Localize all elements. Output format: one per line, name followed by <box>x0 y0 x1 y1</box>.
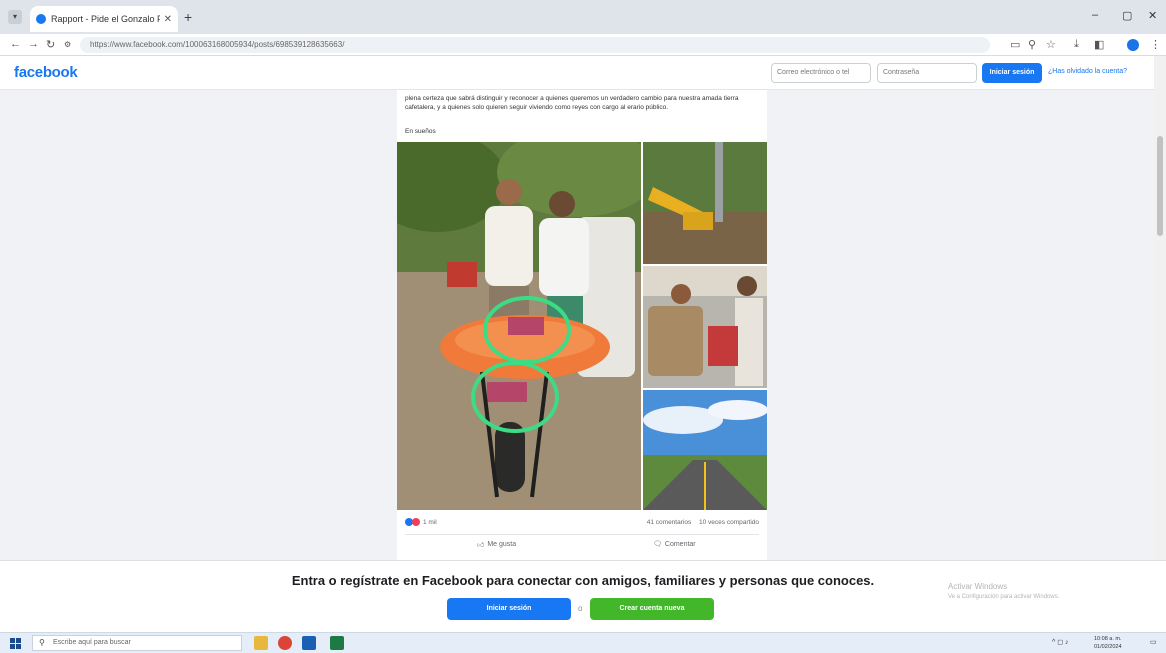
facebook-header: facebook Correo electrónico o tel Contra… <box>0 56 1166 90</box>
search-icon: ⚲ <box>39 638 45 647</box>
side-photo-delivery-image <box>643 266 767 388</box>
side-photo-excavator[interactable] <box>643 142 767 264</box>
minimize-button[interactable]: – <box>1092 9 1098 21</box>
main-photo[interactable] <box>397 142 641 510</box>
taskbar-search-input[interactable]: ⚲ Escribe aquí para buscar <box>32 635 242 651</box>
tab-search-icon[interactable]: ▾ <box>8 10 22 24</box>
browser-menu-icon[interactable]: ⋮ <box>1150 38 1161 51</box>
love-reaction-icon <box>412 518 420 526</box>
post-text-closing: En sueños <box>405 128 436 135</box>
download-icon[interactable]: ⤓ <box>1074 38 1079 51</box>
side-photo-delivery[interactable] <box>643 266 767 388</box>
chrome-icon[interactable] <box>278 636 292 650</box>
profile-avatar[interactable] <box>1127 39 1139 51</box>
reactions-count: 1 mil <box>423 518 437 526</box>
screen-cast-icon[interactable]: ▭ <box>1010 38 1020 51</box>
comment-icon: 🗨︎ <box>653 541 662 548</box>
zoom-icon[interactable]: ⚲ <box>1028 38 1036 51</box>
forward-icon[interactable]: → <box>28 38 39 50</box>
excel-icon[interactable] <box>330 636 344 650</box>
url-field[interactable]: https://www.facebook.com/100063168005934… <box>80 37 990 53</box>
banner-or: o <box>578 604 583 613</box>
comments-count[interactable]: 41 comentarios <box>647 519 691 526</box>
comment-button[interactable]: 🗨︎ Comentar <box>653 540 696 549</box>
sidebar-icon[interactable]: ◧ <box>1094 38 1104 51</box>
thumbs-up-icon: 👍︎ <box>477 542 485 549</box>
address-bar-row: ← → ↻ ⚙ https://www.facebook.com/1000631… <box>0 34 1166 56</box>
browser-tab[interactable]: Rapport - Pide el Gonzalo Fr ✕ <box>30 6 178 32</box>
windows-taskbar: ⚲ Escribe aquí para buscar ^ ◻ ♪ 10:08 a… <box>0 632 1166 653</box>
reload-icon[interactable]: ↻ <box>46 38 55 51</box>
activate-windows-watermark: Activar Windows Ve a Configuración para … <box>948 581 1059 603</box>
windows-start-icon[interactable] <box>10 638 21 649</box>
post-actions: 👍︎ Me gusta 🗨︎ Comentar <box>405 534 759 552</box>
maximize-button[interactable]: ▢ <box>1122 9 1132 22</box>
like-button[interactable]: 👍︎ Me gusta <box>477 540 516 549</box>
post-text: plena certeza que sabrá distinguir y rec… <box>405 95 739 111</box>
shares-count[interactable]: 10 veces compartido <box>699 519 759 526</box>
forgot-account-link[interactable]: ¿Has olvidado la cuenta? <box>1048 68 1127 75</box>
login-banner: Entra o regístrate en Facebook para cone… <box>0 560 1166 632</box>
side-photo-road-image <box>643 390 767 510</box>
notifications-icon[interactable]: ▭ <box>1150 638 1157 646</box>
taskbar-search-placeholder: Escribe aquí para buscar <box>53 639 131 646</box>
password-field[interactable]: Contraseña <box>877 63 977 83</box>
main-photo-image <box>397 142 641 510</box>
email-field[interactable]: Correo electrónico o tel <box>771 63 871 83</box>
photo-grid <box>397 142 767 510</box>
activate-subtitle: Ve a Configuración para activar Windows. <box>948 594 1060 600</box>
page-scrollbar[interactable] <box>1154 56 1166 560</box>
file-explorer-icon[interactable] <box>254 636 268 650</box>
facebook-logo[interactable]: facebook <box>14 64 78 81</box>
close-window-button[interactable]: ✕ <box>1148 9 1157 22</box>
new-tab-button[interactable]: + <box>184 9 192 25</box>
taskbar-clock[interactable]: 10:08 a. m. 01/02/2024 <box>1094 635 1122 651</box>
post-stats: 1 mil 41 comentarios 10 veces compartido <box>405 518 759 530</box>
post-counts: 41 comentarios 10 veces compartido <box>647 519 759 526</box>
clock-date: 01/02/2024 <box>1094 644 1122 650</box>
banner-login-button[interactable]: Iniciar sesión <box>447 598 571 620</box>
facebook-favicon-icon <box>36 14 46 24</box>
outlook-icon[interactable] <box>302 636 316 650</box>
bookmark-star-icon[interactable]: ☆ <box>1046 38 1056 51</box>
like-label: Me gusta <box>487 541 517 548</box>
comment-label: Comentar <box>664 540 696 548</box>
side-photo-road[interactable] <box>643 390 767 510</box>
site-info-icon[interactable]: ⚙ <box>64 40 71 49</box>
scrollbar-thumb[interactable] <box>1157 136 1163 236</box>
post-card: plena certeza que sabrá distinguir y rec… <box>397 90 767 560</box>
side-photo-excavator-image <box>643 142 767 264</box>
tab-close-icon[interactable]: ✕ <box>164 14 172 25</box>
tab-title: Rapport - Pide el Gonzalo Fr <box>51 14 160 24</box>
browser-tab-bar: ▾ Rapport - Pide el Gonzalo Fr ✕ + – ▢ ✕ <box>0 0 1166 34</box>
tray-icons[interactable]: ^ ◻ ♪ <box>1052 638 1069 646</box>
activate-title: Activar Windows <box>948 582 1008 591</box>
back-icon[interactable]: ← <box>10 38 21 50</box>
header-login-button[interactable]: Iniciar sesión <box>982 63 1042 83</box>
clock-time: 10:08 a. m. <box>1094 636 1122 642</box>
create-account-button[interactable]: Crear cuenta nueva <box>590 598 714 620</box>
reactions[interactable]: 1 mil <box>405 518 437 526</box>
